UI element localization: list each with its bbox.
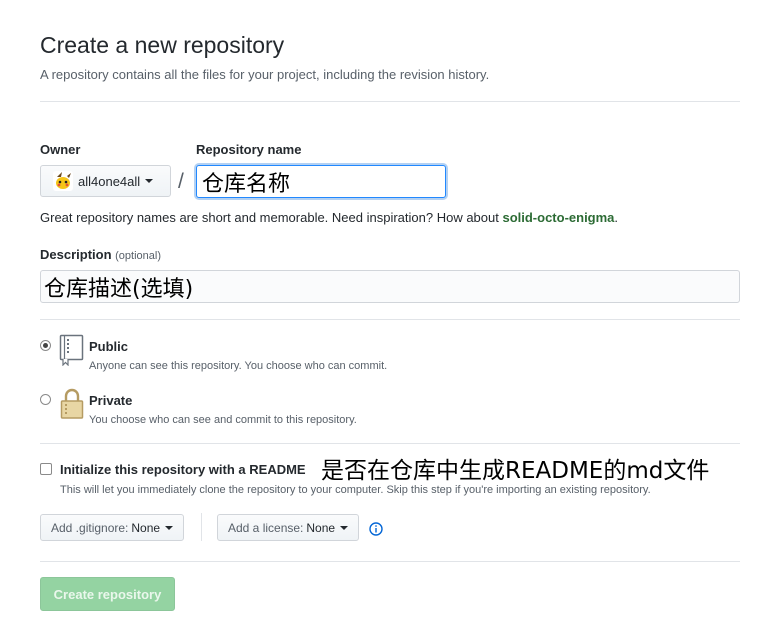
repo-name-label: Repository name (196, 142, 302, 157)
description-value: 仓库描述(选填) (44, 276, 194, 302)
description-label-text: Description (40, 247, 112, 262)
license-value: None (306, 520, 336, 535)
owner-label: Owner (40, 142, 81, 157)
public-title: Public (89, 339, 129, 354)
divider (40, 443, 740, 444)
repository-name-input[interactable]: 仓库名称 (196, 165, 446, 198)
gitignore-label: Add .gitignore: (51, 520, 129, 535)
public-desc: Anyone can see this repository. You choo… (89, 360, 388, 372)
owner-dropdown[interactable]: all4one4all (40, 165, 171, 197)
chevron-down-icon (165, 525, 174, 530)
name-suggestion-link[interactable]: solid-octo-enigma (502, 210, 614, 225)
divider (201, 513, 202, 541)
init-readme-desc: This will let you immediately clone the … (60, 484, 651, 496)
page-subtitle: A repository contains all the files for … (40, 67, 490, 82)
private-desc: You choose who can see and commit to thi… (89, 414, 357, 426)
name-hint-end: . (614, 210, 619, 225)
name-hint-text: Great repository names are short and mem… (40, 210, 503, 225)
info-icon[interactable] (369, 522, 383, 536)
page-title: Create a new repository (40, 32, 285, 58)
public-radio[interactable] (40, 340, 51, 351)
description-input[interactable]: 仓库描述(选填) (40, 270, 740, 303)
lock-icon (60, 388, 84, 420)
chevron-down-icon (145, 179, 154, 183)
create-repository-button[interactable]: Create repository (40, 577, 175, 611)
chevron-down-icon (340, 525, 349, 530)
divider (40, 319, 740, 320)
license-dropdown[interactable]: Add a license: None (217, 514, 360, 541)
init-readme-label[interactable]: Initialize this repository with a README (60, 462, 306, 477)
owner-repo-separator: / (178, 170, 184, 193)
owner-name: all4one4all (78, 173, 141, 189)
description-label: Description (optional) (40, 247, 161, 262)
divider (40, 101, 740, 102)
license-label: Add a license: (228, 520, 304, 535)
avatar (53, 171, 73, 191)
divider (40, 561, 740, 562)
readme-annotation: 是否在仓库中生成README的md文件 (321, 458, 710, 484)
optional-tag: (optional) (115, 250, 161, 262)
name-hint: Great repository names are short and mem… (40, 210, 618, 225)
init-readme-checkbox[interactable] (40, 463, 52, 475)
gitignore-dropdown[interactable]: Add .gitignore: None (40, 514, 185, 541)
private-title: Private (89, 393, 133, 408)
gitignore-value: None (131, 520, 161, 535)
repo-book-icon (59, 334, 85, 367)
repository-name-value: 仓库名称 (202, 171, 291, 197)
private-radio[interactable] (40, 394, 51, 405)
